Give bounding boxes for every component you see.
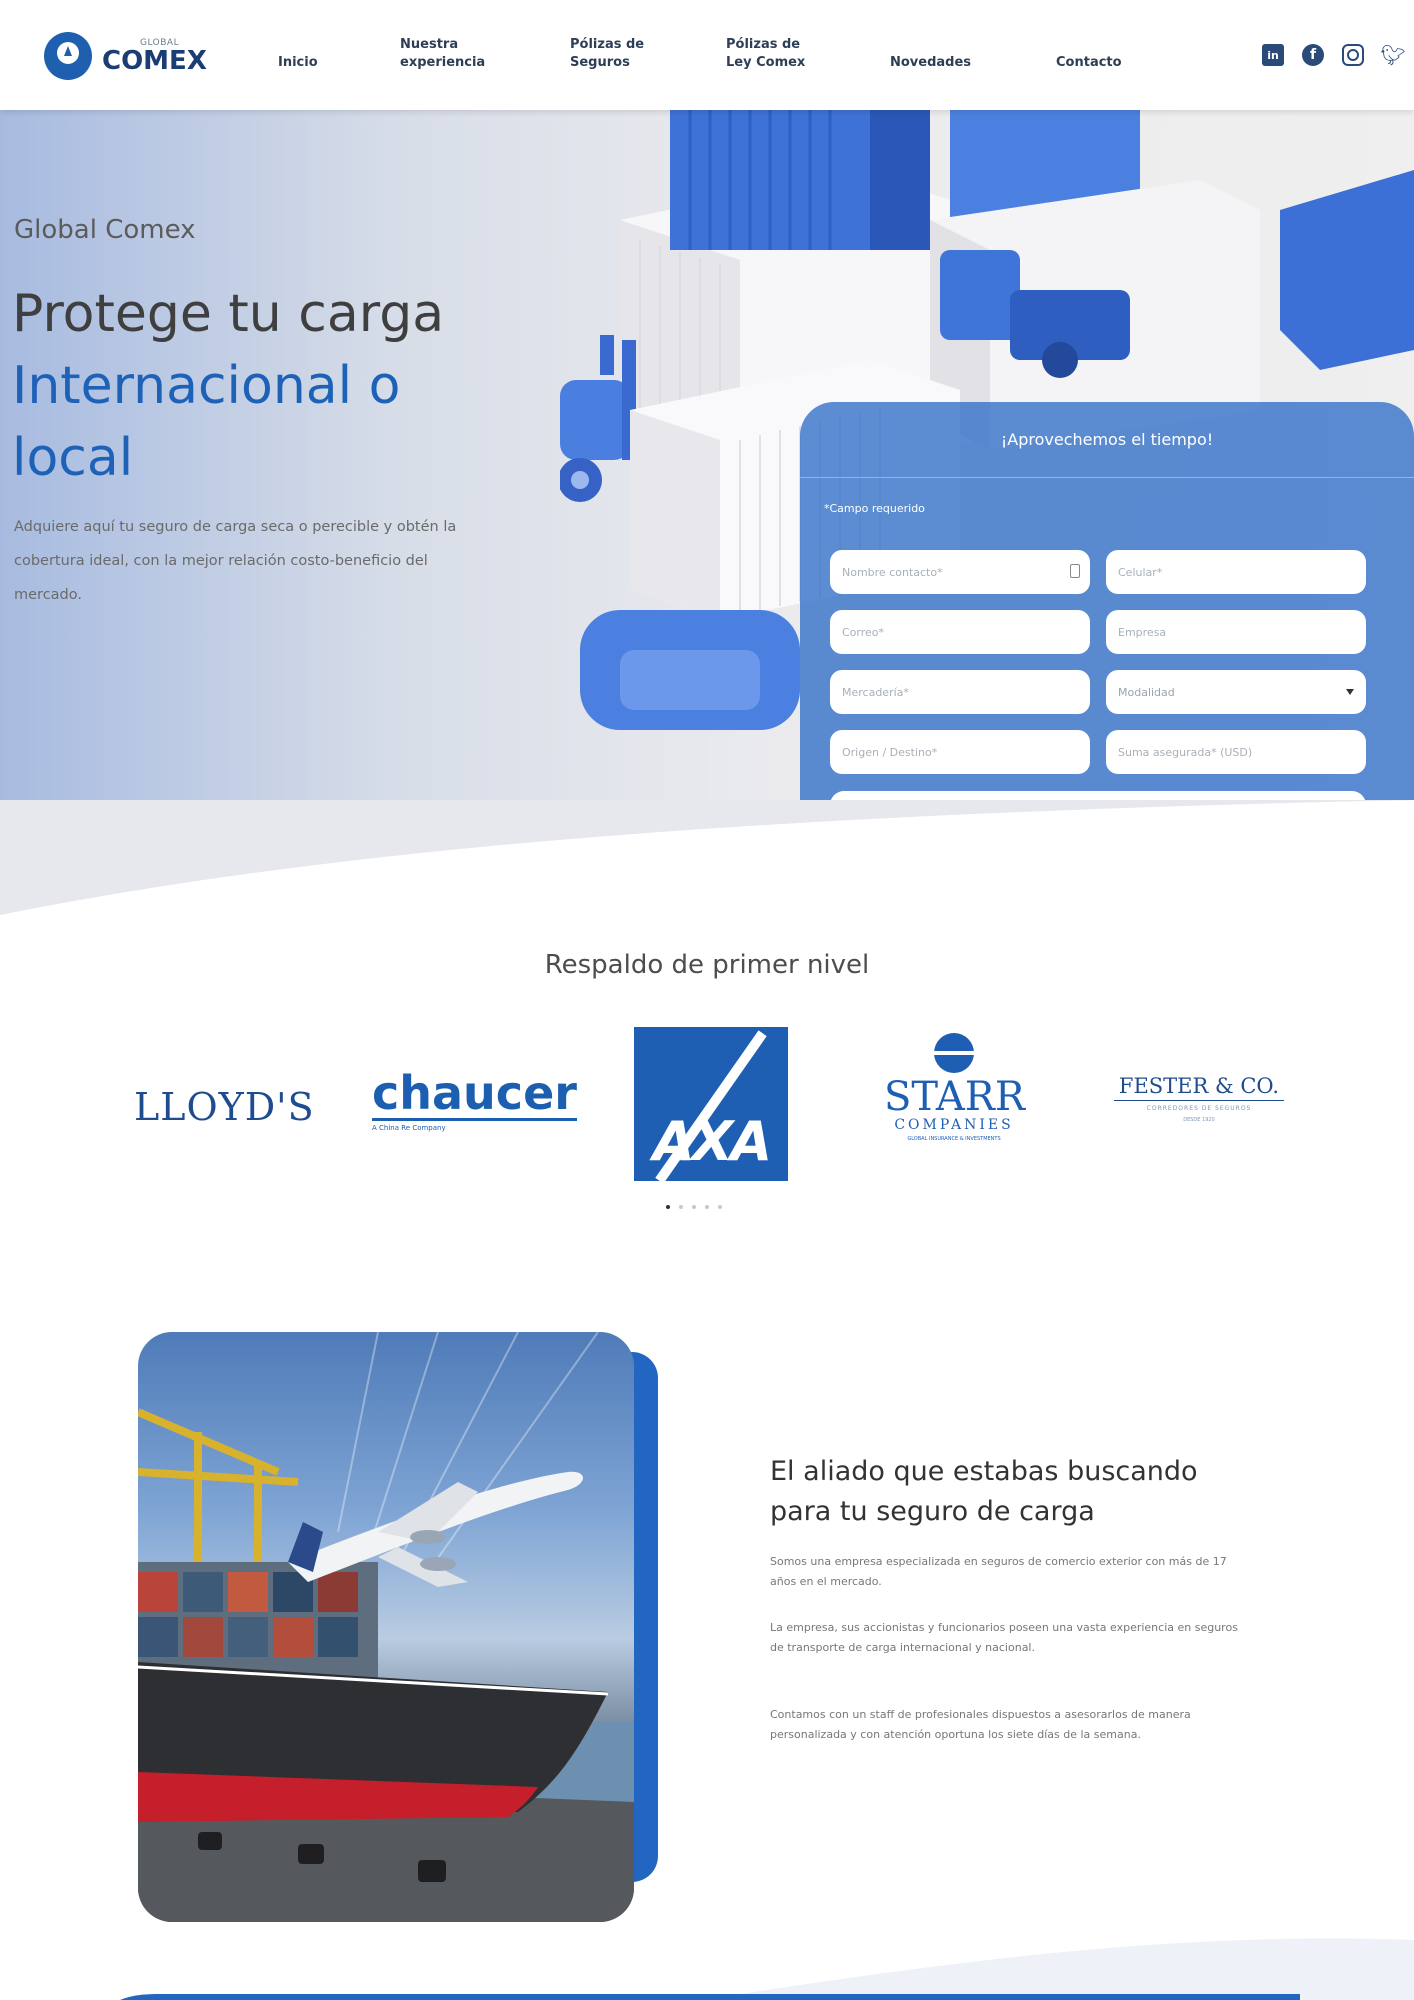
hero-title-line2: Internacional o <box>12 356 401 416</box>
suma-asegurada-input[interactable] <box>1118 745 1366 759</box>
fester-logo: FESTER & CO. CORREDORES DE SEGUROS DESDE… <box>1114 1074 1284 1123</box>
modalidad-select-value: Modalidad <box>1118 685 1175 699</box>
nombre-contacto-field[interactable] <box>830 550 1090 594</box>
starr-globe-icon <box>934 1033 974 1073</box>
nav-link-polizas-ley[interactable]: Pólizas de Ley Comex <box>726 36 822 71</box>
autofill-icon <box>1070 564 1080 578</box>
chaucer-logo-text: chaucer <box>372 1066 577 1121</box>
nav-link-experiencia[interactable]: Nuestra experiencia <box>400 36 496 71</box>
starr-logo: STARR COMPANIES GLOBAL INSURANCE & INVES… <box>884 1033 1026 1142</box>
hero-wave-divider <box>0 800 1414 930</box>
social-icons: in f 🐦︎ <box>1262 43 1406 67</box>
origen-destino-input[interactable] <box>842 745 1090 759</box>
instagram-icon[interactable] <box>1342 44 1364 66</box>
origen-destino-field[interactable] <box>830 730 1090 774</box>
top-navbar: GLOBAL COMEX Inicio Nuestra experiencia … <box>0 0 1414 110</box>
carousel-dot[interactable] <box>679 1205 683 1209</box>
carousel-dot[interactable] <box>666 1205 670 1209</box>
carousel-dots <box>666 1205 722 1209</box>
about-paragraph-3: Contamos con un staff de profesionales d… <box>770 1708 1191 1741</box>
hero-title-line3: local <box>12 428 134 488</box>
celular-input[interactable] <box>1118 565 1366 579</box>
nav-link-contacto[interactable]: Contacto <box>1056 54 1122 72</box>
about-image <box>138 1332 634 1922</box>
chaucer-logo: chaucer A China Re Company <box>372 1068 577 1132</box>
starr-logo-companies: COMPANIES <box>894 1117 1014 1133</box>
celular-field[interactable] <box>1106 550 1366 594</box>
starr-logo-tag: GLOBAL INSURANCE & INVESTMENTS <box>907 1136 1001 1142</box>
twitter-icon[interactable]: 🐦︎ <box>1380 43 1405 67</box>
correo-input[interactable] <box>842 625 1090 639</box>
about-paragraph-1: Somos una empresa especializada en segur… <box>770 1555 1227 1588</box>
nav-link-inicio[interactable]: Inicio <box>278 54 318 72</box>
form-required-note: *Campo requerido <box>824 502 925 515</box>
mercaderia-input[interactable] <box>842 685 1090 699</box>
facebook-icon[interactable]: f <box>1302 44 1324 66</box>
partners-title: Respaldo de primer nivel <box>544 950 870 980</box>
fester-logo-text: FESTER & CO. <box>1114 1074 1284 1101</box>
nombre-contacto-input[interactable] <box>842 565 1090 579</box>
fester-logo-sub: CORREDORES DE SEGUROS <box>1146 1105 1252 1112</box>
about-title: El aliado que estabas buscando para tu s… <box>770 1456 1198 1527</box>
carousel-dot[interactable] <box>705 1205 709 1209</box>
footer-wave-divider <box>120 1938 1414 2000</box>
mercaderia-field[interactable] <box>830 670 1090 714</box>
hero-title-line1: Protege tu carga <box>12 284 445 344</box>
hero-description: Adquiere aquí tu seguro de carga seca o … <box>14 519 457 603</box>
lloyds-logo: LLOYD'S <box>134 1085 315 1129</box>
brand-logo-icon <box>44 32 92 80</box>
correo-field[interactable] <box>830 610 1090 654</box>
starr-logo-text: STARR <box>884 1074 1026 1120</box>
empresa-input[interactable] <box>1118 625 1366 639</box>
modalidad-select[interactable]: Modalidad <box>1106 670 1366 714</box>
brand-logo[interactable]: GLOBAL COMEX <box>44 32 207 80</box>
linkedin-icon[interactable]: in <box>1262 44 1284 66</box>
chevron-down-icon <box>1346 689 1354 695</box>
brand-logo-text: COMEX <box>102 45 207 76</box>
empresa-field[interactable] <box>1106 610 1366 654</box>
about-paragraph-2: La empresa, sus accionistas y funcionari… <box>770 1621 1238 1654</box>
fester-logo-since: DESDE 1920 <box>1183 1117 1215 1123</box>
carousel-dot[interactable] <box>718 1205 722 1209</box>
suma-asegurada-field[interactable] <box>1106 730 1366 774</box>
hero-eyebrow: Global Comex <box>14 215 196 245</box>
axa-logo: AXA <box>634 1027 788 1181</box>
hero-title: Protege tu carga Internacional o local <box>12 278 444 494</box>
chaucer-logo-sub: A China Re Company <box>372 1124 446 1132</box>
axa-logo-text: AXA <box>652 1110 772 1173</box>
nav-link-novedades[interactable]: Novedades <box>890 54 971 72</box>
carousel-dot[interactable] <box>692 1205 696 1209</box>
form-title: ¡Aprovechemos el tiempo! <box>800 402 1414 478</box>
ship-plane-illustration <box>138 1332 634 1922</box>
nav-link-polizas-seguros[interactable]: Pólizas de Seguros <box>570 36 658 71</box>
hero-section: Global Comex Protege tu carga Internacio… <box>0 110 1414 920</box>
